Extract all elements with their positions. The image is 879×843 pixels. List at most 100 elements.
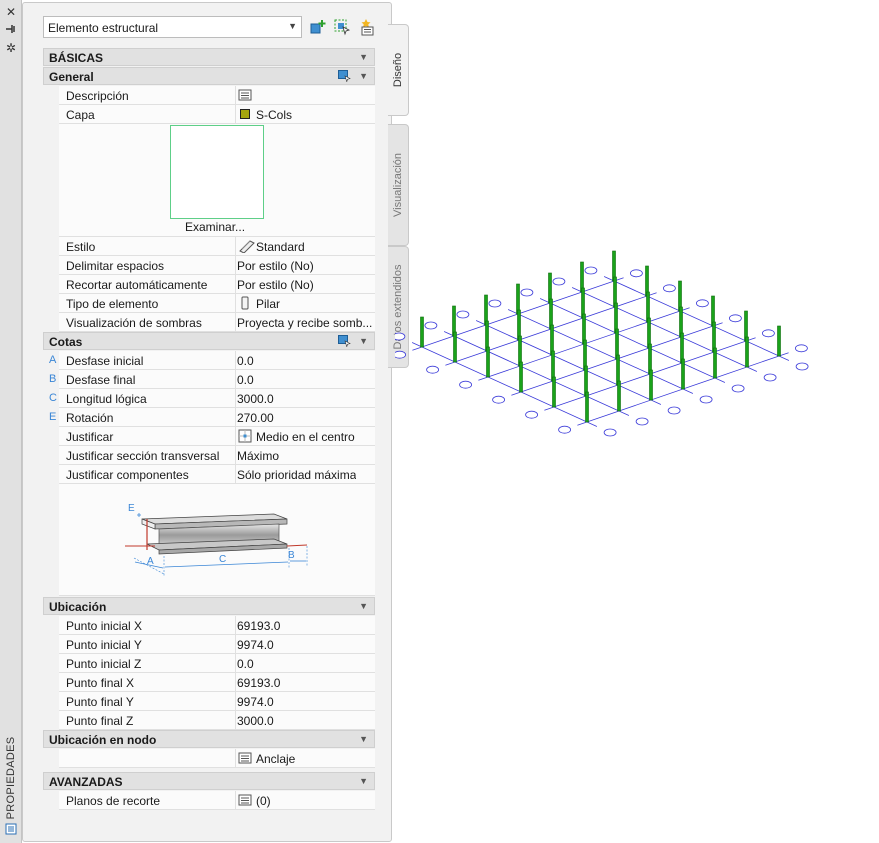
prop-value[interactable]: 69193.0 (235, 673, 375, 691)
close-icon[interactable]: ✕ (4, 5, 18, 19)
prop-punto-inicial-y[interactable]: Punto inicial Y 9974.0 (59, 635, 375, 654)
prop-justificar[interactable]: Justificar Medio en el centro (59, 427, 375, 446)
prop-rotacion[interactable]: Rotación 270.00 (59, 408, 375, 427)
autohide-icon[interactable] (4, 23, 18, 37)
prop-label: Justificar (66, 430, 114, 444)
collapse-icon[interactable]: ▼ (359, 734, 368, 744)
grid-line (571, 287, 758, 372)
collapse-icon[interactable]: ▼ (359, 71, 368, 81)
prop-planos-recorte[interactable]: Planos de recorte (0) (59, 791, 375, 810)
grid-line (411, 342, 598, 427)
prop-capa[interactable]: Capa S-Cols (59, 105, 375, 124)
prop-justificar-seccion[interactable]: Justificar sección transversal Máximo (59, 446, 375, 465)
prop-value[interactable]: 69193.0 (235, 616, 375, 634)
prop-value[interactable] (235, 86, 375, 104)
prop-punto-inicial-x[interactable]: Punto inicial X 69193.0 (59, 616, 375, 635)
collapse-icon[interactable]: ▼ (359, 601, 368, 611)
prop-value[interactable]: 9974.0 (235, 635, 375, 653)
object-type-dropdown[interactable]: Elemento estructural ▼ (43, 16, 302, 38)
prop-estilo[interactable]: Estilo Standard (59, 237, 375, 256)
prop-value[interactable]: Por estilo (No) (235, 256, 375, 274)
prop-value[interactable]: Medio en el centro (235, 427, 375, 445)
collapse-icon[interactable]: ▼ (359, 776, 368, 786)
prop-value[interactable]: 9974.0 (235, 692, 375, 710)
value-text: 0.0 (237, 373, 254, 387)
select-objects-icon[interactable] (338, 335, 351, 347)
tab-diseno[interactable]: Diseño (388, 24, 409, 116)
browse-button[interactable]: Examinar... (185, 220, 245, 234)
dim-label-c: C (219, 554, 226, 565)
text-editor-icon[interactable] (238, 88, 252, 102)
style-preview-image (170, 125, 264, 219)
structural-column (646, 291, 650, 323)
prop-sombras[interactable]: Visualización de sombras Proyecta y reci… (59, 313, 375, 332)
list-icon[interactable] (238, 793, 252, 807)
prop-punto-final-z[interactable]: Punto final Z 3000.0 (59, 711, 375, 730)
section-ubicacion-nodo[interactable]: Ubicación en nodo ▼ (43, 730, 375, 748)
grid-bubble (520, 288, 534, 297)
prop-label: Delimitar espacios (66, 259, 165, 273)
prop-punto-inicial-z[interactable]: Punto inicial Z 0.0 (59, 654, 375, 673)
prop-value[interactable]: Pilar (235, 294, 375, 312)
prop-punto-final-y[interactable]: Punto final Y 9974.0 (59, 692, 375, 711)
grid-bubble (763, 373, 777, 382)
prop-tipo[interactable]: Tipo de elemento Pilar (59, 294, 375, 313)
add-selection-icon[interactable] (309, 18, 327, 36)
grid-line (475, 320, 662, 405)
prop-value[interactable]: Por estilo (No) (235, 275, 375, 293)
grid-bubble (699, 395, 713, 404)
prop-delimitar[interactable]: Delimitar espacios Por estilo (No) (59, 256, 375, 275)
section-basicas[interactable]: BÁSICAS ▼ (43, 48, 375, 66)
prop-value[interactable]: Máximo (235, 446, 375, 464)
row-gutter (43, 351, 59, 596)
prop-label: Desfase final (66, 373, 136, 387)
prop-value[interactable]: 0.0 (235, 654, 375, 672)
drawing-canvas[interactable] (395, 130, 879, 450)
prop-punto-final-x[interactable]: Punto final X 69193.0 (59, 673, 375, 692)
section-avanzadas[interactable]: AVANZADAS ▼ (43, 772, 375, 790)
prop-value[interactable]: Anclaje (235, 749, 375, 767)
prop-recortar[interactable]: Recortar automáticamente Por estilo (No) (59, 275, 375, 294)
grid-bubble (395, 350, 406, 359)
prop-descripcion[interactable]: Descripción (59, 86, 375, 105)
prop-value[interactable]: 0.0 (235, 370, 375, 388)
structural-column (712, 321, 716, 353)
collapse-icon[interactable]: ▼ (359, 336, 368, 346)
prop-justificar-componentes[interactable]: Justificar componentes Sólo prioridad má… (59, 465, 375, 484)
section-ubicacion[interactable]: Ubicación ▼ (43, 597, 375, 615)
quick-select-icon[interactable] (357, 18, 375, 36)
prop-value[interactable]: (0) (235, 791, 375, 809)
structural-column (645, 265, 649, 297)
style-preview-area: Examinar... (59, 124, 375, 237)
structural-column (744, 310, 748, 342)
section-general[interactable]: General ▼ (43, 67, 375, 85)
prop-desfase-final[interactable]: Desfase final 0.0 (59, 370, 375, 389)
structural-column (484, 294, 488, 326)
prop-label: Justificar componentes (66, 468, 189, 482)
prop-value[interactable]: Proyecta y recibe somb... (235, 313, 375, 331)
value-text: Máximo (237, 449, 280, 463)
list-icon[interactable] (238, 751, 252, 765)
prop-value[interactable]: 270.00 (235, 408, 375, 426)
structural-column (551, 350, 555, 382)
select-objects-icon[interactable] (338, 70, 351, 82)
gear-icon[interactable]: ✲ (4, 41, 18, 55)
prop-anclaje[interactable]: Anclaje (59, 749, 375, 768)
prop-value[interactable]: 0.0 (235, 351, 375, 369)
value-text: 3000.0 (237, 392, 274, 406)
properties-icon[interactable] (4, 823, 18, 837)
structural-column (584, 365, 588, 397)
prop-value[interactable]: 3000.0 (235, 711, 375, 729)
prop-value[interactable]: Standard (235, 237, 375, 255)
prop-longitud[interactable]: Longitud lógica 3000.0 (59, 389, 375, 408)
grid-bubble (761, 329, 775, 338)
section-cotas[interactable]: Cotas ▼ (43, 332, 375, 350)
value-text: 270.00 (237, 411, 274, 425)
prop-value[interactable]: 3000.0 (235, 389, 375, 407)
prop-value[interactable]: S-Cols (235, 105, 375, 123)
prop-value[interactable]: Sólo prioridad máxima (235, 465, 375, 483)
prop-desfase-inicial[interactable]: Desfase inicial 0.0 (59, 351, 375, 370)
collapse-icon[interactable]: ▼ (359, 52, 368, 62)
select-objects-icon[interactable] (333, 18, 351, 36)
value-text: Por estilo (No) (237, 259, 314, 273)
